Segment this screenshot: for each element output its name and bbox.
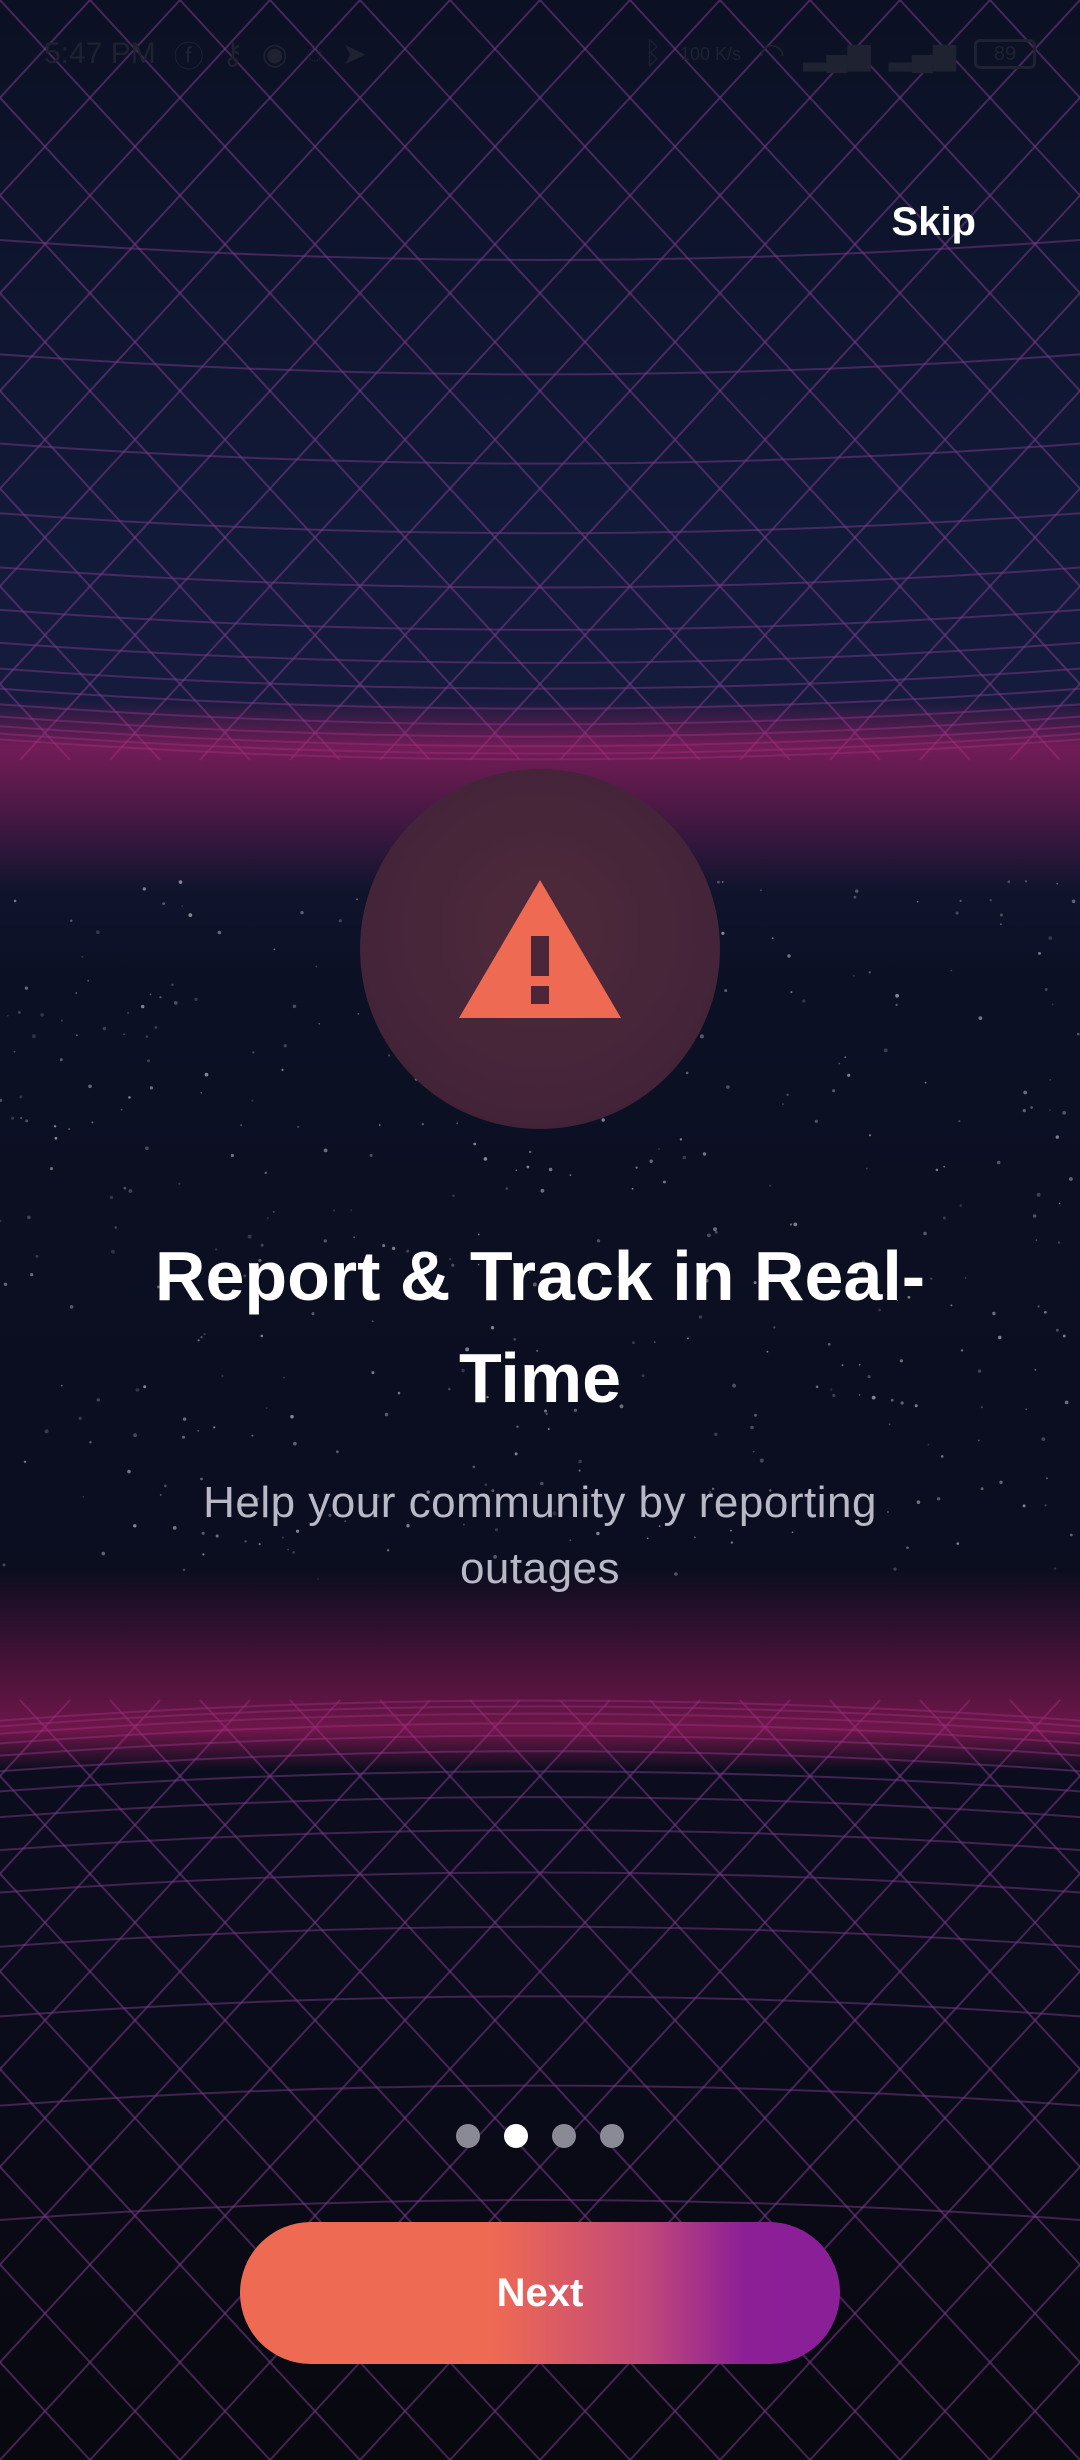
status-bar: 5:47 PM ⓕ ⚷ ◉ ◌ ➤ ᛒ 100 K/s ◠ ▂▄▆ ▂▄▆ 89 xyxy=(0,0,1080,108)
onboarding-screen: 5:47 PM ⓕ ⚷ ◉ ◌ ➤ ᛒ 100 K/s ◠ ▂▄▆ ▂▄▆ 89… xyxy=(0,0,1080,2460)
messenger-icon: ◉ xyxy=(261,37,288,71)
page-dot xyxy=(600,2124,624,2148)
facebook-icon: ⓕ xyxy=(173,41,204,74)
battery-icon: 89 xyxy=(974,39,1036,69)
page-indicator xyxy=(0,2124,1080,2148)
vpn-key-icon: ⚷ xyxy=(221,37,244,71)
onboarding-subtitle: Help your community by reporting outages xyxy=(203,1478,877,1593)
location-arrow-icon: ➤ xyxy=(341,37,367,71)
wifi-icon: ◠ xyxy=(759,37,786,71)
onboarding-title: Report & Track in Real-Time xyxy=(154,1237,926,1417)
signal-4g-icon: ▂▄▆ xyxy=(888,37,956,71)
next-button-label: Next xyxy=(496,2270,584,2315)
bluetooth-icon: ᛒ xyxy=(643,37,662,70)
hero-icon-circle xyxy=(360,769,720,1129)
whatsapp-icon: ◌ xyxy=(305,37,324,70)
signal-4g-icon: ▂▄▆ xyxy=(803,37,871,71)
skip-button[interactable]: Skip xyxy=(892,200,976,245)
next-button[interactable]: Next xyxy=(240,2222,840,2364)
page-dot xyxy=(504,2124,528,2148)
status-bar-right: ᛒ 100 K/s ◠ ▂▄▆ ▂▄▆ 89 xyxy=(644,37,1036,72)
battery-level: 89 xyxy=(993,42,1017,65)
page-dot xyxy=(552,2124,576,2148)
status-time: 5:47 PM xyxy=(44,37,156,70)
warning-icon xyxy=(455,876,625,1022)
network-speed: 100 K/s xyxy=(679,44,741,64)
page-dot xyxy=(456,2124,480,2148)
status-bar-left: 5:47 PM ⓕ ⚷ ◉ ◌ ➤ xyxy=(44,32,367,76)
